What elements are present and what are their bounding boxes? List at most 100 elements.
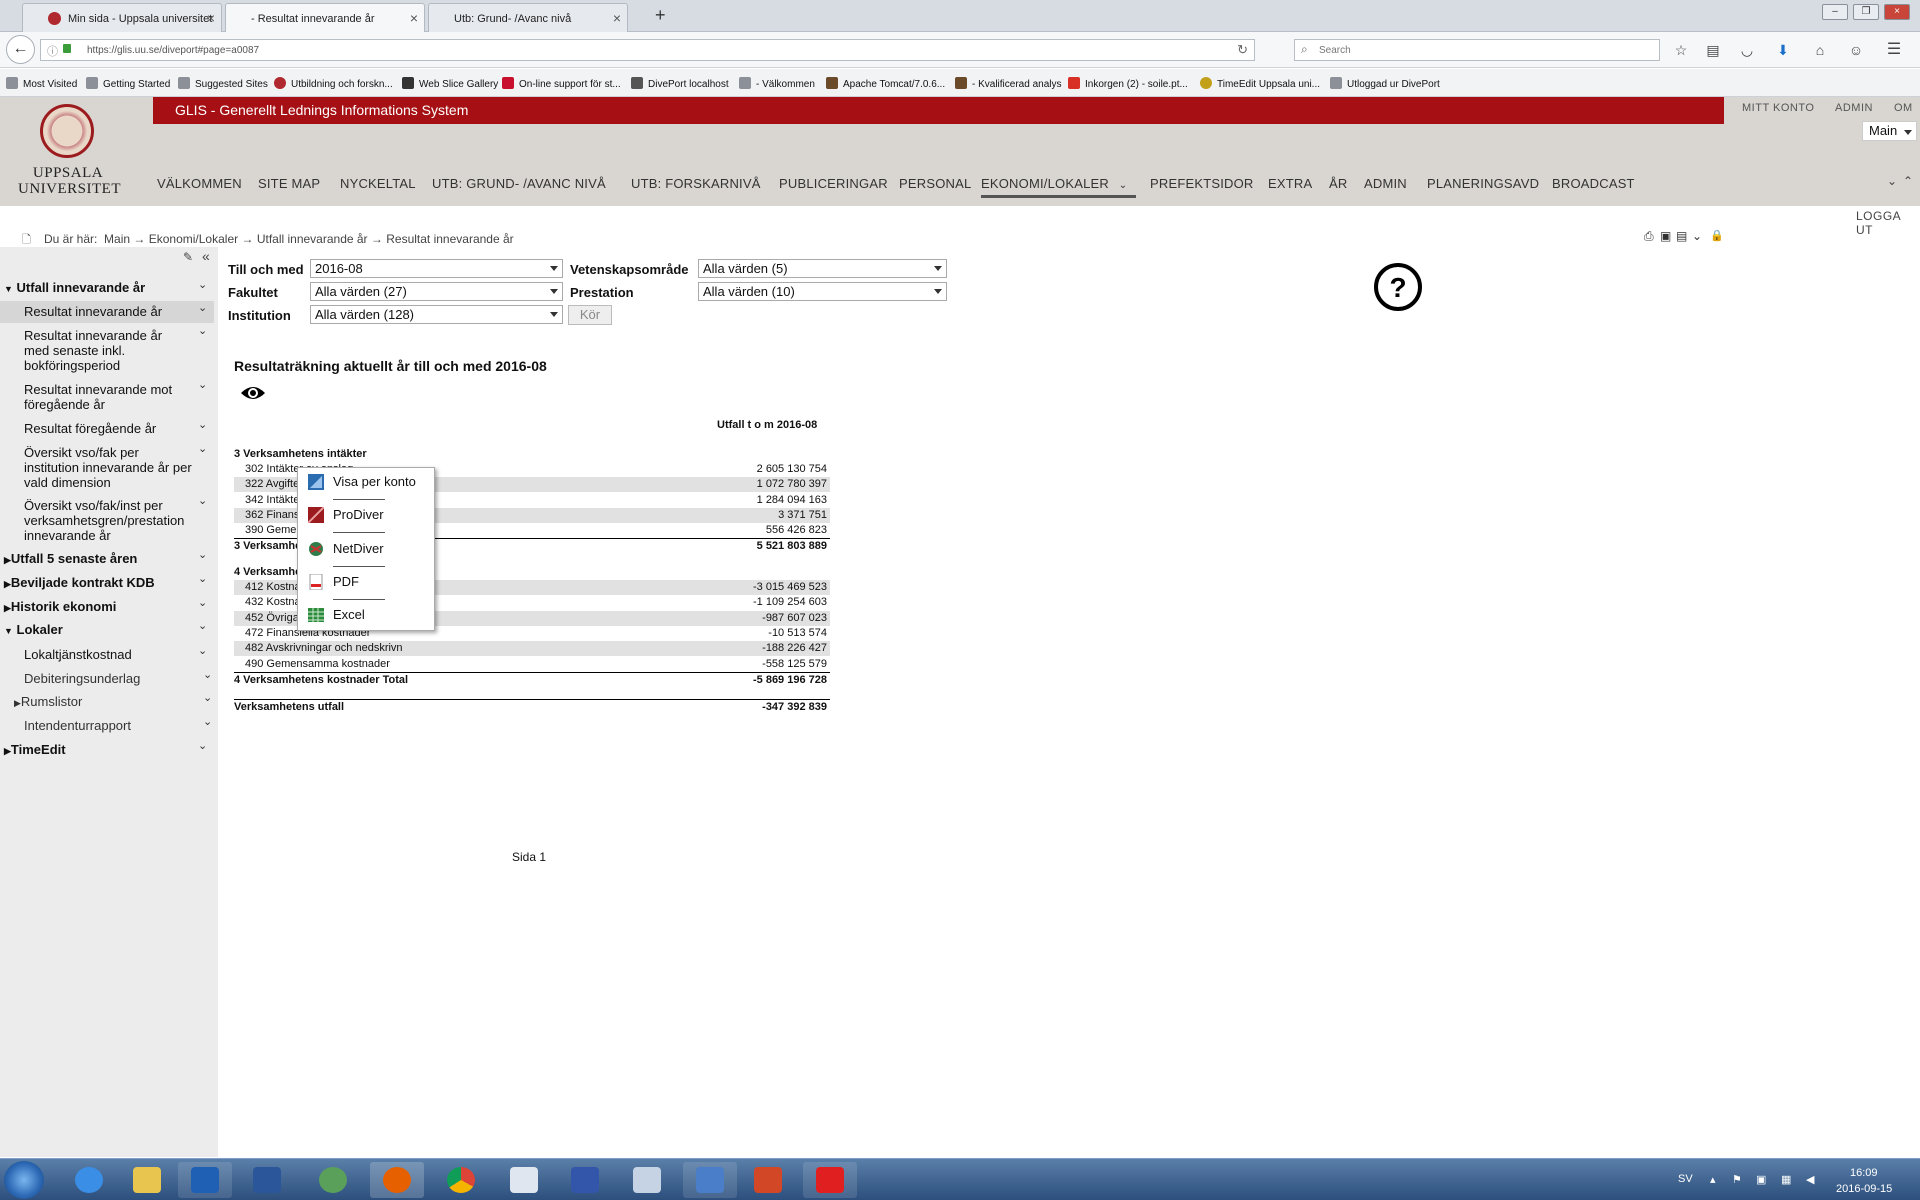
show-hidden-icons[interactable]: ▴	[1710, 1173, 1716, 1186]
url-bar[interactable]: ⓘ https://glis.uu.se/diveport#page=a0087…	[40, 39, 1255, 61]
taskbar-acrobat-icon[interactable]	[803, 1162, 857, 1198]
uppsala-seal-logo[interactable]	[40, 104, 94, 158]
taskbar-snipping-icon[interactable]	[620, 1162, 674, 1198]
sidebar-item-debiteringsunderlag[interactable]: Debiteringsunderlag	[24, 671, 194, 686]
om-link[interactable]: OM	[1894, 102, 1913, 114]
taskbar-firefox-icon[interactable]	[370, 1162, 424, 1198]
chevron-down-icon[interactable]: ⌄	[198, 278, 207, 291]
sidebar-item-resultat-foregaende[interactable]: Resultat föregående år	[24, 421, 194, 436]
collapse-sidebar-icon[interactable]: «	[202, 248, 210, 264]
sidebar-group-utfall-5-ar[interactable]: ▶Utfall 5 senaste åren	[4, 551, 199, 568]
chevron-down-icon[interactable]: ⌄	[198, 596, 207, 609]
taskbar-word-icon[interactable]	[240, 1162, 294, 1198]
menu-icon[interactable]: ☰	[1884, 40, 1904, 60]
tray-app-icon[interactable]: ▣	[1756, 1173, 1766, 1186]
taskbar-network-icon[interactable]	[306, 1162, 360, 1198]
institution-select[interactable]: Alla värden (128)	[310, 305, 563, 324]
bookmark-suggested-sites[interactable]: Suggested Sites	[178, 77, 268, 90]
nav-utb-grund[interactable]: UTB: GRUND- /AVANC NIVÅ	[432, 176, 606, 191]
volume-icon[interactable]: ◀	[1806, 1173, 1814, 1186]
prestation-select[interactable]: Alla värden (10)	[698, 282, 947, 301]
chevron-down-icon[interactable]: ⌄	[198, 301, 207, 314]
sidebar-item-oversikt-verksamhetsgren[interactable]: Översikt vso/fak/inst per verksamhetsgre…	[24, 498, 204, 543]
taskbar-explorer-icon[interactable]	[120, 1162, 174, 1198]
chevron-down-icon[interactable]: ⌄	[198, 572, 207, 585]
browser-tab-utb[interactable]: Utb: Grund- /Avanc nivå ×	[428, 3, 628, 32]
taskbar-notepad-icon[interactable]	[497, 1162, 551, 1198]
eye-icon[interactable]	[240, 384, 266, 402]
sidebar-subgroup-rumslistor[interactable]: ▶Rumslistor	[14, 694, 184, 711]
nav-publiceringar[interactable]: PUBLICERINGAR	[779, 176, 888, 191]
nav-extra[interactable]: EXTRA	[1268, 176, 1312, 191]
chevron-down-icon[interactable]: ⌄	[198, 324, 207, 337]
close-tab-icon[interactable]: ×	[207, 10, 215, 26]
report-row[interactable]: 4 Verksamhetens kostnader Total -5 869 19…	[234, 672, 830, 687]
report-row[interactable]: Verksamhetens utfall -347 392 839	[234, 699, 830, 715]
taskbar-ie-icon[interactable]	[62, 1162, 116, 1198]
search-input[interactable]: ⌕ Search	[1294, 39, 1660, 61]
till-och-med-select[interactable]: 2016-08	[310, 259, 563, 278]
main-select[interactable]: Main	[1862, 121, 1917, 141]
restore-icon[interactable]: ❐	[1853, 4, 1879, 20]
sidebar-item-resultat-innevarande[interactable]: Resultat innevarande år	[0, 301, 214, 323]
chevron-down-icon[interactable]: ⌄	[198, 619, 207, 632]
sidebar-group-lokaler[interactable]: ▼ Lokaler	[4, 622, 199, 639]
chevron-down-icon[interactable]: ⌄	[203, 691, 212, 704]
close-tab-icon[interactable]: ×	[613, 10, 621, 26]
export-image-icon[interactable]: ▣	[1660, 229, 1671, 243]
breadcrumb-main[interactable]: Main	[104, 232, 130, 246]
nav-nyckeltal[interactable]: NYCKELTAL	[340, 176, 416, 191]
chevron-down-icon[interactable]: ⌄	[198, 418, 207, 431]
bookmark-star-icon[interactable]: ☆	[1671, 40, 1691, 60]
collapse-header-icon[interactable]: ⌃	[1903, 174, 1913, 188]
bookmark-kvalificerad-analys[interactable]: - Kvalificerad analys	[955, 77, 1061, 90]
home-icon[interactable]: ⌂	[1810, 40, 1830, 60]
bookmark-most-visited[interactable]: Most Visited	[6, 77, 77, 90]
nav-personal[interactable]: PERSONAL	[899, 176, 971, 191]
menu-item-visa-per-konto[interactable]: Visa per konto	[298, 470, 436, 494]
taskbar-powerpoint-icon[interactable]	[741, 1162, 795, 1198]
taskbar-outlook-icon[interactable]	[178, 1162, 232, 1198]
clock-time[interactable]: 16:09	[1850, 1167, 1878, 1179]
expand-nav-icon[interactable]: ⌄	[1887, 174, 1897, 188]
chevron-down-icon[interactable]: ⌄	[1692, 229, 1702, 243]
breadcrumb-utfall[interactable]: Utfall innevarande år	[257, 232, 368, 246]
action-center-flag-icon[interactable]: ⚑	[1732, 1173, 1742, 1186]
sidebar-item-oversikt-institution[interactable]: Översikt vso/fak per institution innevar…	[24, 445, 194, 490]
chevron-down-icon[interactable]: ⌄	[198, 494, 207, 507]
bookmark-utloggad[interactable]: Utloggad ur DivePort	[1330, 77, 1440, 90]
new-tab-button[interactable]: +	[655, 5, 666, 26]
menu-item-netdiver[interactable]: NetDiver	[298, 537, 436, 561]
bookmark-getting-started[interactable]: Getting Started	[86, 77, 170, 90]
sidebar-item-intendenturrapport[interactable]: Intendenturrapport	[24, 718, 194, 733]
nav-valkommen[interactable]: VÄLKOMMEN	[157, 176, 242, 191]
mitt-konto-link[interactable]: MITT KONTO	[1742, 102, 1814, 114]
taskbar-chrome-icon[interactable]	[434, 1162, 488, 1198]
bookmark-online-support[interactable]: On-line support för st...	[502, 77, 621, 90]
network-tray-icon[interactable]: ▦	[1781, 1173, 1791, 1186]
minimize-icon[interactable]: –	[1822, 4, 1848, 20]
close-tab-icon[interactable]: ×	[410, 10, 418, 26]
browser-tab-resultat[interactable]: - Resultat innevarande år ×	[225, 3, 425, 33]
help-icon[interactable]: ?	[1372, 261, 1424, 313]
nav-site-map[interactable]: SITE MAP	[258, 176, 320, 191]
lock-icon[interactable]: 🔒	[1710, 229, 1724, 242]
back-arrow-icon[interactable]: ←	[6, 35, 35, 64]
admin-top-link[interactable]: ADMIN	[1835, 102, 1873, 114]
bookmark-diveport-localhost[interactable]: DivePort localhost	[631, 77, 729, 90]
sidebar-group-timeedit[interactable]: ▶TimeEdit	[4, 742, 199, 759]
download-icon[interactable]: ⬇	[1773, 40, 1793, 60]
bookmark-web-slice[interactable]: Web Slice Gallery	[402, 77, 498, 90]
taskbar-app-icon[interactable]	[558, 1162, 612, 1198]
vetenskapsomrade-select[interactable]: Alla värden (5)	[698, 259, 947, 278]
bookmark-apache-tomcat[interactable]: Apache Tomcat/7.0.6...	[826, 77, 945, 90]
nav-broadcast[interactable]: BROADCAST	[1552, 176, 1635, 191]
report-row[interactable]: 490 Gemensamma kostnader -558 125 579	[234, 657, 830, 672]
chevron-down-icon[interactable]: ⌄	[203, 715, 212, 728]
chevron-down-icon[interactable]: ⌄	[198, 378, 207, 391]
menu-item-pdf[interactable]: PDF	[298, 570, 436, 594]
reading-list-icon[interactable]: ▤	[1703, 40, 1723, 60]
nav-utb-forskarniva[interactable]: UTB: FORSKARNIVÅ	[631, 176, 761, 191]
info-icon[interactable]: ⓘ	[47, 43, 58, 59]
report-row[interactable]: 482 Avskrivningar och nedskrivn -188 226 …	[234, 641, 830, 656]
